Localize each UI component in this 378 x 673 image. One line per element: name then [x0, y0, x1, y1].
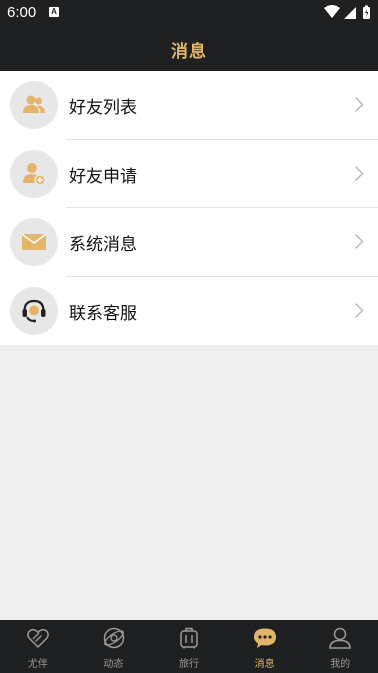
list-item-label: 联系客服: [69, 303, 137, 324]
message-menu-list: 好友列表 好友申请 系统消息 联系客服: [0, 71, 378, 345]
tab-messages[interactable]: 消息: [227, 620, 303, 673]
status-bar: 6:00 A: [0, 0, 378, 26]
list-item-label: 好友申请: [69, 166, 137, 187]
status-time: 6:00: [7, 4, 37, 21]
tab-label: 消息: [254, 659, 275, 670]
bottom-tab-bar: 尤伴 动态 旅行 消息 我的: [0, 620, 378, 673]
chevron-right-icon: [354, 165, 364, 181]
battery-icon: [363, 5, 370, 19]
tab-label: 动态: [103, 659, 124, 670]
profile-icon: [329, 627, 352, 649]
notification-badge-icon: A: [49, 7, 59, 17]
status-icons: [322, 4, 372, 22]
app-screen: 6:00 A 消息 好友列表 好友申请 系统消息 联系客服 尤伴 动态 旅行 消…: [0, 0, 378, 673]
tab-label: 尤伴: [27, 659, 48, 670]
chevron-right-icon: [354, 233, 364, 250]
app-header: 消息: [0, 26, 378, 71]
wifi-icon: [324, 5, 340, 18]
chat-bubble-icon: [253, 628, 276, 648]
heart-icon: [27, 628, 49, 649]
tab-mine[interactable]: 我的: [302, 620, 378, 673]
list-item-label: 系统消息: [69, 235, 137, 255]
tab-moments[interactable]: 动态: [76, 620, 152, 673]
friends-icon: [10, 81, 58, 129]
page-title: 消息: [171, 42, 207, 62]
tab-label: 旅行: [178, 659, 199, 670]
luggage-icon: [180, 627, 198, 649]
tab-travel[interactable]: 旅行: [151, 620, 227, 673]
list-item-label: 好友列表: [69, 98, 137, 118]
list-item-friend-list[interactable]: 好友列表: [0, 71, 378, 140]
list-item-customer-service[interactable]: 联系客服: [0, 276, 378, 345]
list-item-friend-request[interactable]: 好友申请: [0, 139, 378, 208]
tab-youban[interactable]: 尤伴: [0, 620, 76, 673]
chevron-right-icon: [354, 302, 364, 318]
customer-service-icon: [10, 286, 58, 335]
tab-label: 我的: [330, 659, 351, 670]
chevron-right-icon: [354, 96, 364, 113]
planet-icon: [103, 627, 124, 649]
add-friend-icon: [10, 149, 58, 198]
list-item-system-message[interactable]: 系统消息: [0, 208, 378, 277]
mail-icon: [10, 218, 58, 266]
signal-icon: [344, 7, 356, 19]
